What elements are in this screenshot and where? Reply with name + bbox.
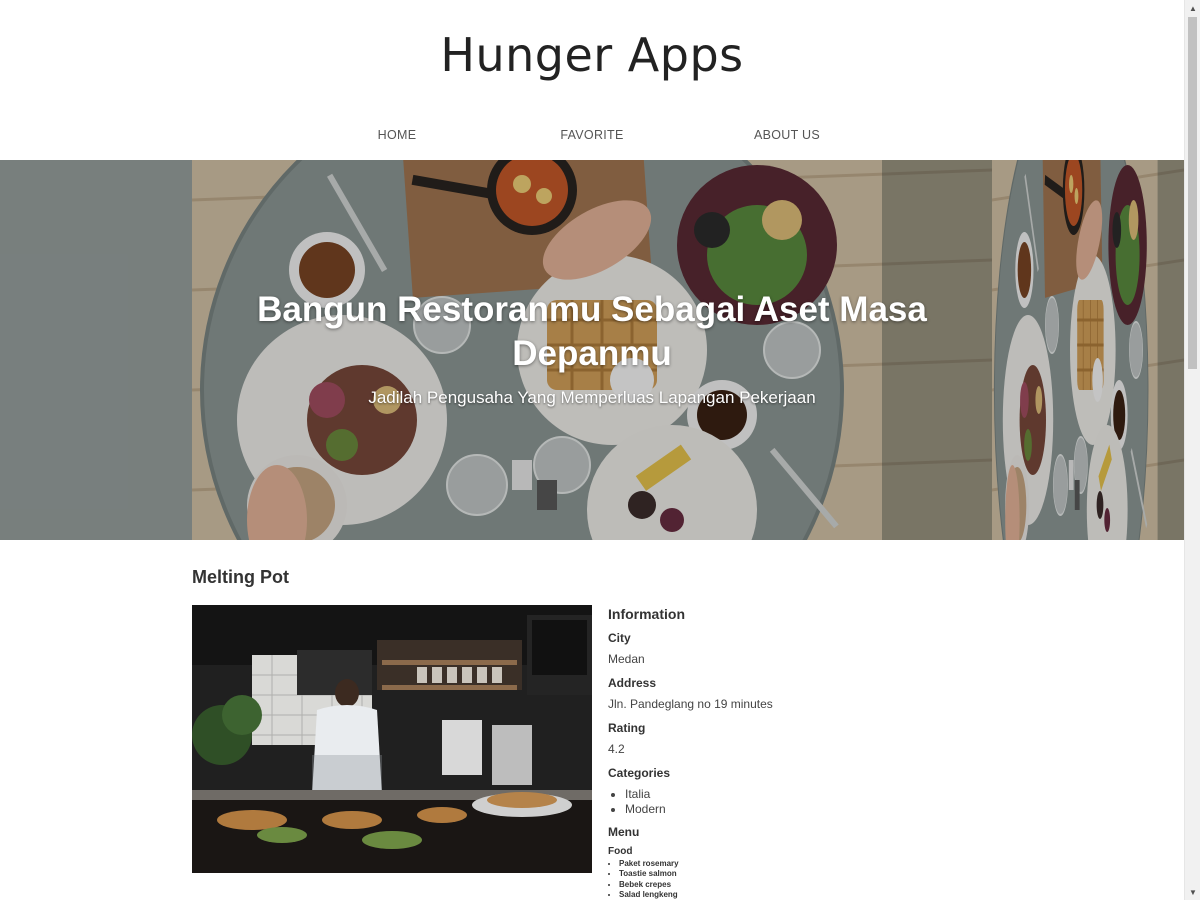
restaurant-detail: Melting Pot Information City Medan Addre… [192, 541, 992, 900]
city-value: Medan [608, 652, 645, 666]
city-label: City [608, 631, 631, 645]
information-heading: Information [608, 606, 685, 622]
categories-label: Categories [608, 766, 671, 780]
information-panel: Information City Medan Address Jln. Pand… [608, 605, 773, 900]
scrollbar-thumb[interactable] [1188, 17, 1197, 369]
restaurant-photo-image [192, 605, 592, 873]
detail-body: Information City Medan Address Jln. Pand… [192, 605, 992, 900]
restaurant-name: Melting Pot [192, 567, 289, 587]
food-item: Toastie salmon [619, 869, 773, 879]
nav-about-us[interactable]: ABOUT US [690, 128, 885, 142]
categories-list: Italia Modern [608, 787, 773, 816]
food-label: Food [608, 846, 633, 857]
nav-favorite[interactable]: FAVORITE [495, 128, 690, 142]
hero-text: Bangun Restoranmu Sebagai Aset Masa Depa… [192, 288, 992, 408]
hero-subtitle: Jadilah Pengusaha Yang Memperluas Lapang… [368, 388, 816, 407]
rating-value: 4.2 [608, 742, 625, 756]
food-list: Paket rosemary Toastie salmon Bebek crep… [608, 859, 773, 900]
vertical-scrollbar[interactable]: ▲ ▼ [1184, 0, 1200, 900]
address-value: Jln. Pandeglang no 19 minutes [608, 697, 773, 711]
category-item: Modern [625, 802, 773, 817]
address-label: Address [608, 676, 657, 690]
menu-label: Menu [608, 825, 640, 839]
hero-title: Bangun Restoranmu Sebagai Aset Masa Depa… [257, 290, 927, 373]
food-item: Bebek crepes [619, 880, 773, 890]
food-item: Salad lengkeng [619, 890, 773, 900]
scroll-down-arrow-icon[interactable]: ▼ [1185, 884, 1200, 900]
main-nav: HOME FAVORITE ABOUT US [0, 110, 1184, 160]
rating-label: Rating [608, 721, 646, 735]
scroll-up-arrow-icon[interactable]: ▲ [1185, 0, 1200, 16]
app-title: Hunger Apps [440, 28, 744, 82]
food-item: Paket rosemary [619, 859, 773, 869]
hero-banner: Bangun Restoranmu Sebagai Aset Masa Depa… [0, 160, 1184, 540]
page: Hunger Apps HOME FAVORITE ABOUT US Bangu… [0, 0, 1184, 900]
category-item: Italia [625, 787, 773, 802]
restaurant-photo [192, 605, 592, 873]
nav-home[interactable]: HOME [300, 128, 495, 142]
app-header: Hunger Apps [0, 0, 1184, 110]
